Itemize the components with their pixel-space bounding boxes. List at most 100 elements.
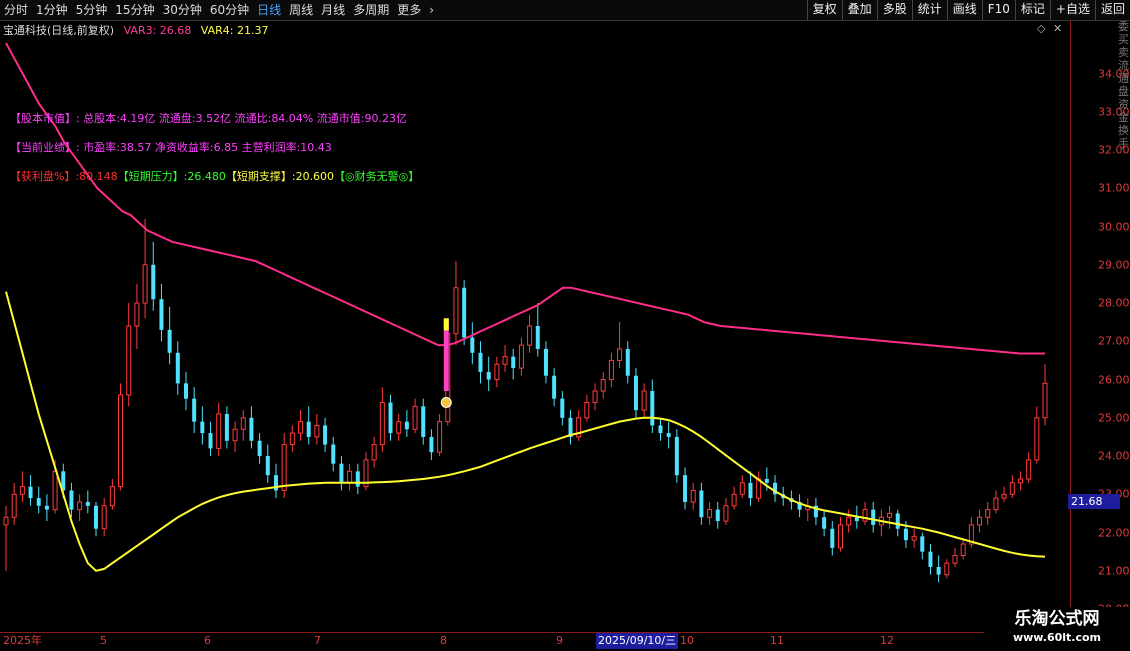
period-tab-7[interactable]: 周线 bbox=[285, 0, 317, 20]
candle[interactable] bbox=[494, 356, 500, 388]
candle[interactable] bbox=[608, 352, 614, 388]
candle[interactable] bbox=[658, 417, 663, 441]
candle[interactable] bbox=[339, 456, 344, 491]
candle[interactable] bbox=[576, 410, 582, 441]
candle[interactable] bbox=[36, 486, 41, 514]
candle[interactable] bbox=[429, 429, 434, 460]
period-tab-1[interactable]: 1分钟 bbox=[32, 0, 72, 20]
candle[interactable] bbox=[960, 540, 966, 560]
period-tab-4[interactable]: 30分钟 bbox=[159, 0, 206, 20]
candle[interactable] bbox=[968, 517, 974, 548]
candle[interactable] bbox=[650, 379, 655, 434]
candle[interactable] bbox=[249, 406, 254, 449]
candle[interactable] bbox=[175, 341, 180, 395]
candle[interactable] bbox=[837, 517, 843, 552]
candle[interactable] bbox=[355, 463, 360, 495]
candle[interactable] bbox=[200, 406, 205, 445]
candle[interactable] bbox=[878, 509, 884, 537]
candle[interactable] bbox=[952, 547, 958, 567]
candle[interactable] bbox=[518, 337, 524, 376]
candle[interactable] bbox=[151, 241, 156, 311]
candle[interactable] bbox=[1001, 486, 1007, 502]
candle[interactable] bbox=[478, 341, 483, 384]
candle[interactable] bbox=[641, 383, 647, 418]
right-side-panel-strip[interactable]: 委买卖流通盘资金换手 bbox=[1118, 20, 1130, 632]
candle[interactable] bbox=[437, 413, 443, 457]
candle[interactable] bbox=[208, 421, 213, 457]
candle[interactable] bbox=[232, 421, 238, 453]
candle[interactable] bbox=[167, 306, 172, 365]
candle[interactable] bbox=[77, 494, 83, 522]
candle[interactable] bbox=[511, 348, 516, 380]
candle[interactable] bbox=[690, 482, 696, 510]
candle[interactable] bbox=[1026, 452, 1032, 483]
candle[interactable] bbox=[977, 509, 983, 533]
candle[interactable] bbox=[142, 218, 148, 319]
candle[interactable] bbox=[126, 303, 132, 407]
period-tab-10[interactable]: 更多 bbox=[393, 0, 425, 20]
action-button-7[interactable]: +自选 bbox=[1049, 0, 1095, 20]
candle[interactable] bbox=[3, 505, 9, 571]
candle[interactable] bbox=[216, 402, 222, 457]
candle[interactable] bbox=[298, 410, 304, 441]
candle[interactable] bbox=[552, 368, 557, 407]
candle[interactable] bbox=[101, 498, 107, 537]
candle[interactable] bbox=[723, 498, 729, 525]
action-button-5[interactable]: F10 bbox=[981, 0, 1015, 20]
candle[interactable] bbox=[568, 410, 573, 445]
candle[interactable] bbox=[830, 521, 835, 556]
action-button-2[interactable]: 多股 bbox=[876, 0, 912, 20]
period-tab-0[interactable]: 分时 bbox=[0, 0, 32, 20]
candle[interactable] bbox=[871, 501, 876, 533]
candle[interactable] bbox=[805, 498, 811, 522]
candle[interactable] bbox=[11, 482, 17, 525]
candle[interactable] bbox=[1034, 406, 1040, 464]
candle[interactable] bbox=[183, 371, 188, 411]
candle[interactable] bbox=[739, 475, 745, 499]
candle[interactable] bbox=[887, 505, 893, 529]
candle[interactable] bbox=[453, 260, 459, 346]
candle[interactable] bbox=[715, 501, 720, 529]
candle[interactable] bbox=[674, 429, 679, 483]
candle[interactable] bbox=[331, 436, 336, 472]
period-tab-6[interactable]: 日线 bbox=[253, 0, 285, 20]
candle[interactable] bbox=[396, 413, 402, 441]
candle[interactable] bbox=[159, 283, 164, 342]
candle[interactable] bbox=[281, 433, 287, 499]
candle[interactable] bbox=[109, 479, 115, 510]
candle[interactable] bbox=[748, 471, 753, 506]
candle[interactable] bbox=[928, 544, 933, 575]
candle[interactable] bbox=[19, 471, 25, 502]
candle[interactable] bbox=[44, 494, 49, 522]
period-tab-5[interactable]: 60分钟 bbox=[206, 0, 253, 20]
candle[interactable] bbox=[85, 490, 90, 514]
candle[interactable] bbox=[257, 433, 262, 464]
candle[interactable] bbox=[527, 314, 533, 353]
candle[interactable] bbox=[306, 406, 311, 445]
candle[interactable] bbox=[371, 436, 377, 468]
action-button-3[interactable]: 统计 bbox=[911, 0, 947, 20]
period-tab-2[interactable]: 5分钟 bbox=[72, 0, 112, 20]
candle[interactable] bbox=[412, 398, 418, 434]
candle[interactable] bbox=[93, 501, 98, 537]
coin-signal-icon[interactable] bbox=[440, 397, 452, 408]
candle[interactable] bbox=[993, 490, 999, 514]
candle[interactable] bbox=[421, 398, 426, 445]
candle[interactable] bbox=[822, 509, 827, 537]
candle[interactable] bbox=[773, 475, 778, 502]
action-button-6[interactable]: 标记 bbox=[1014, 0, 1050, 20]
candle[interactable] bbox=[699, 482, 704, 525]
action-button-1[interactable]: 叠加 bbox=[841, 0, 877, 20]
period-tab-8[interactable]: 月线 bbox=[317, 0, 349, 20]
candle[interactable] bbox=[535, 303, 540, 357]
candle[interactable] bbox=[944, 559, 950, 579]
candle[interactable] bbox=[28, 475, 33, 506]
candle[interactable] bbox=[600, 371, 606, 399]
candle[interactable] bbox=[911, 528, 917, 548]
candle[interactable] bbox=[707, 501, 713, 525]
candle[interactable] bbox=[462, 280, 467, 346]
candle[interactable] bbox=[134, 283, 140, 349]
candle[interactable] bbox=[69, 482, 74, 518]
candle[interactable] bbox=[560, 391, 565, 426]
period-tab-3[interactable]: 15分钟 bbox=[111, 0, 158, 20]
